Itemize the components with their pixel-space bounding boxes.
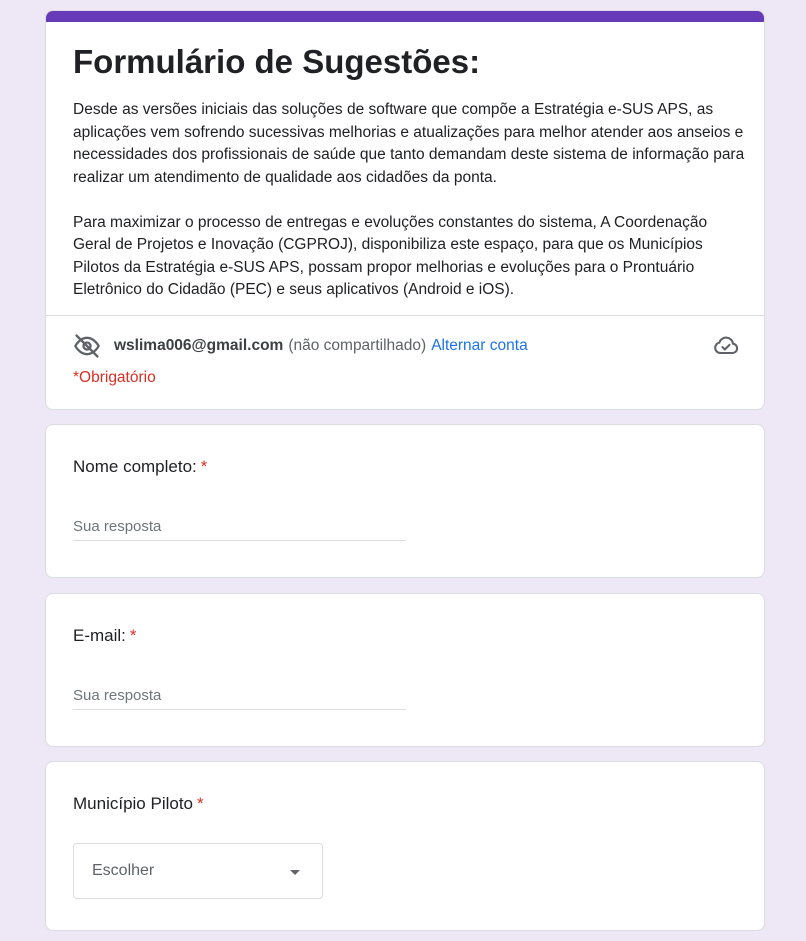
question-card-municipio: Município Piloto * Escolher [45,761,765,931]
question-label: E-mail: [73,626,126,645]
question-title: Nome completo: * [73,455,207,479]
question-title: Município Piloto * [73,792,204,816]
nome-completo-input[interactable] [73,513,406,541]
account-email: wslima006@gmail.com [114,337,284,354]
cloud-check-icon [712,332,740,360]
required-star: * [200,457,208,476]
question-label: Nome completo: [73,457,197,476]
required-note: *Obrigatório [73,369,156,386]
form-title: Formulário de Sugestões: [73,43,481,80]
eye-off-icon [73,332,101,360]
dropdown-arrow-icon [290,870,300,875]
account-row: wslima006@gmail.com (não compartilhado) … [73,329,739,363]
switch-account-link[interactable]: Alternar conta [431,337,528,355]
municipio-select[interactable]: Escolher [73,843,323,899]
required-star: * [197,794,204,813]
form-description: Desde as versões iniciais das soluções d… [73,99,745,302]
question-label: Município Piloto [73,794,194,813]
description-paragraph-1: Desde as versões iniciais das soluções d… [73,101,745,186]
header-divider [46,315,764,316]
description-paragraph-2: Para maximizar o processo de entregas e … [73,213,708,299]
account-shared-status: (não compartilhado) [288,337,427,354]
select-value: Escolher [92,862,155,879]
question-card-nome: Nome completo: * [45,424,765,578]
header-accent-bar [46,11,764,22]
question-card-email: E-mail: * [45,593,765,747]
form-header-card: Formulário de Sugestões: Desde as versõe… [45,10,765,410]
required-star: * [129,626,137,645]
email-input[interactable] [73,682,406,710]
question-title: E-mail: * [73,624,137,648]
